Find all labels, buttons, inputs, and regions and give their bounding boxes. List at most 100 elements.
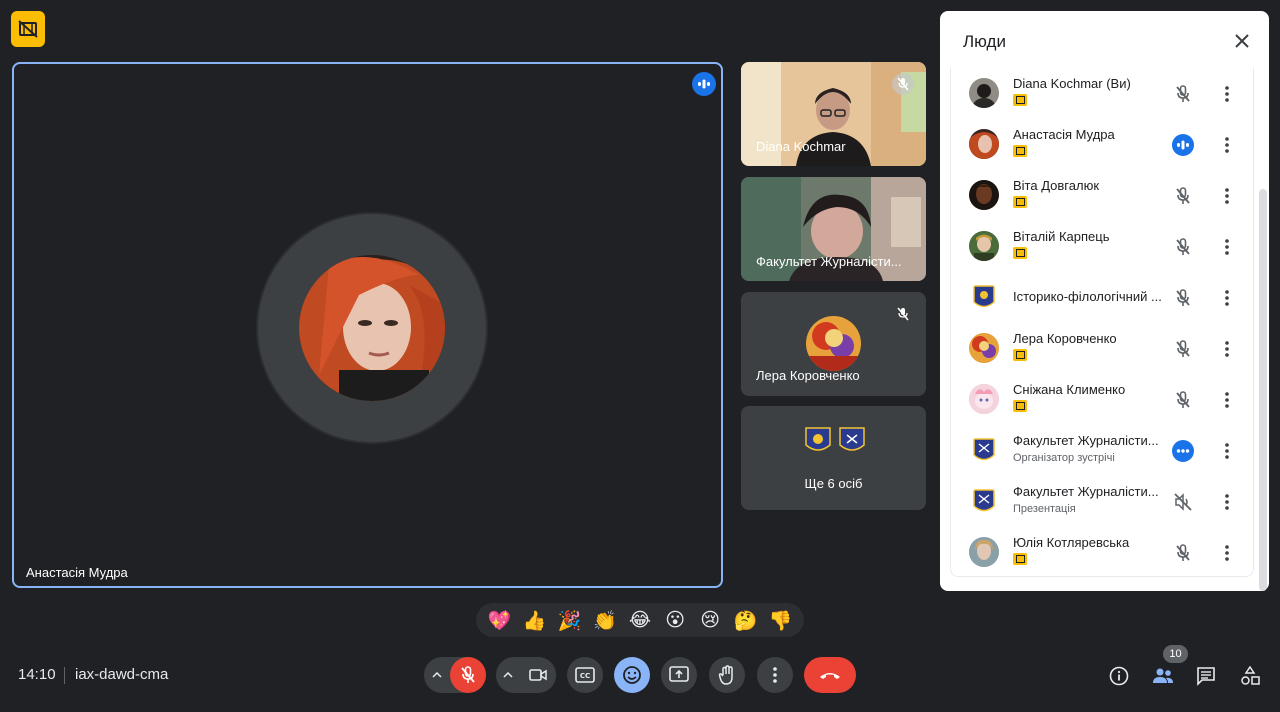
- reactions-bar: 💖 👍 🎉 👏 😂 😮 😢 🤔 👎: [476, 603, 804, 637]
- more-options-icon[interactable]: [1219, 133, 1235, 157]
- camera-icon: [529, 669, 547, 681]
- more-options-icon[interactable]: [1219, 439, 1235, 463]
- participant-name: Сніжана Клименко: [1013, 382, 1126, 397]
- more-people-tile[interactable]: Ще 6 осіб: [741, 406, 926, 510]
- reaction-thinking[interactable]: 🤔: [730, 609, 760, 632]
- video-tile-diana[interactable]: Diana Kochmar: [741, 62, 926, 166]
- more-options-icon[interactable]: [1219, 541, 1235, 565]
- mic-options-chevron-icon[interactable]: [424, 672, 450, 678]
- svg-text:CC: CC: [580, 672, 590, 680]
- participant-name: Факультет Журналісти...: [1013, 433, 1159, 448]
- microphone-control: [424, 657, 486, 693]
- info-icon: [1109, 666, 1129, 686]
- present-screen-button[interactable]: [661, 657, 697, 693]
- video-tile-faculty[interactable]: Факультет Журналісти...: [741, 177, 926, 281]
- meeting-details-button[interactable]: [1106, 663, 1132, 689]
- emoji-icon: [623, 666, 641, 684]
- captions-tag-icon: [1013, 247, 1027, 259]
- captions-tag-icon: [1013, 196, 1027, 208]
- mic-off-icon: [892, 73, 914, 95]
- activities-button[interactable]: [1237, 663, 1263, 689]
- reaction-thumbs-up[interactable]: 👍: [520, 609, 550, 632]
- video-tile-lera[interactable]: Лера Коровченко: [741, 292, 926, 396]
- participant-avatar: [969, 435, 999, 465]
- participant-avatar: [969, 384, 999, 414]
- mic-off-icon: [1171, 235, 1195, 259]
- more-options-icon[interactable]: [1219, 286, 1235, 310]
- participant-avatar: [969, 180, 999, 210]
- participant-row[interactable]: Віта Довгалюк: [951, 170, 1253, 221]
- chat-button[interactable]: [1193, 663, 1219, 689]
- speaking-indicator-icon: [692, 72, 716, 96]
- hand-icon: [718, 665, 733, 685]
- participant-row[interactable]: Лера Коровченко: [951, 323, 1253, 374]
- people-icon: [1153, 668, 1173, 683]
- chat-icon: [1197, 667, 1215, 686]
- participant-role: Організатор зустрічі: [1013, 452, 1115, 464]
- meeting-time: 14:10: [18, 666, 56, 683]
- captions-tag-icon: [1013, 349, 1027, 361]
- participant-name: Юлія Котляревська: [1013, 535, 1130, 550]
- meeting-code: iax-dawd-cma: [75, 666, 169, 683]
- participant-row[interactable]: Історико-філологічний ...: [951, 272, 1253, 323]
- raise-hand-button[interactable]: [709, 657, 745, 693]
- panel-title: Люди: [963, 32, 1006, 51]
- camera-toggle-button[interactable]: [520, 657, 556, 693]
- people-button[interactable]: [1150, 663, 1176, 689]
- participant-row[interactable]: Юлія Котляревська: [951, 527, 1253, 576]
- more-options-icon[interactable]: [1219, 337, 1235, 361]
- participant-row[interactable]: Факультет Журналісти... Організатор зуст…: [951, 425, 1253, 476]
- mic-toggle-button[interactable]: [450, 657, 486, 693]
- participant-row[interactable]: Сніжана Клименко: [951, 374, 1253, 425]
- main-video-tile[interactable]: Анастасія Мудра: [12, 62, 723, 588]
- captions-button[interactable]: CC: [567, 657, 603, 693]
- close-panel-button[interactable]: [1230, 29, 1254, 53]
- participant-row[interactable]: Diana Kochmar (Ви): [951, 68, 1253, 119]
- participant-row[interactable]: Віталій Карпець: [951, 221, 1253, 272]
- more-options-button[interactable]: [757, 657, 793, 693]
- participant-role: Презентація: [1013, 503, 1076, 515]
- reaction-thumbs-down[interactable]: 👎: [765, 609, 795, 632]
- participant-name: Факультет Журналісти...: [1013, 484, 1159, 499]
- more-options-icon[interactable]: [1219, 235, 1235, 259]
- mic-off-icon: [1171, 541, 1195, 565]
- reaction-sparkling-heart[interactable]: 💖: [485, 609, 515, 632]
- participant-row[interactable]: Анастасія Мудра: [951, 119, 1253, 170]
- participant-name: Віта Довгалюк: [1013, 178, 1100, 193]
- panel-scrollbar[interactable]: [1259, 189, 1267, 591]
- reaction-crying[interactable]: 😢: [695, 609, 725, 631]
- more-options-icon[interactable]: [1219, 82, 1235, 106]
- faculty-logo-icon: [839, 427, 865, 455]
- captions-tag-icon: [1013, 553, 1027, 565]
- tile-name: Лера Коровченко: [756, 368, 860, 383]
- participant-avatar: [969, 282, 999, 312]
- speaking-indicator-icon: [1171, 133, 1195, 157]
- camera-control: [496, 657, 556, 693]
- participant-avatar: [969, 333, 999, 363]
- participant-row[interactable]: Факультет Журналісти... Презентація: [951, 476, 1253, 527]
- divider: [64, 667, 65, 684]
- mic-off-icon: [461, 666, 475, 683]
- camera-options-chevron-icon[interactable]: [496, 672, 520, 678]
- mic-off-icon: [1171, 337, 1195, 361]
- captions-tag-icon: [1013, 400, 1027, 412]
- reaction-laughing[interactable]: 😂: [625, 609, 655, 631]
- participant-avatar: [969, 486, 999, 516]
- participant-name: Diana Kochmar (Ви): [1013, 76, 1131, 91]
- more-options-icon[interactable]: [1219, 388, 1235, 412]
- reaction-party-popper[interactable]: 🎉: [555, 609, 585, 632]
- reaction-surprised[interactable]: 😮: [660, 609, 690, 631]
- more-options-icon[interactable]: [1219, 490, 1235, 514]
- faculty-logo-icon: [805, 427, 831, 455]
- people-panel: Люди Diana Kochmar (Ви) Анастасія Мудра …: [940, 11, 1269, 591]
- captions-badge[interactable]: [11, 11, 45, 47]
- captions-tag-icon: [1013, 94, 1027, 106]
- people-count-badge: 10: [1163, 645, 1188, 663]
- leave-call-button[interactable]: [804, 657, 856, 693]
- more-options-icon[interactable]: [1219, 184, 1235, 208]
- participant-name: Анастасія Мудра: [1013, 127, 1115, 142]
- captions-tag-icon: [1013, 145, 1027, 157]
- reactions-button[interactable]: [614, 657, 650, 693]
- reaction-clapping[interactable]: 👏: [590, 609, 620, 632]
- more-indicator-icon: [1171, 439, 1195, 463]
